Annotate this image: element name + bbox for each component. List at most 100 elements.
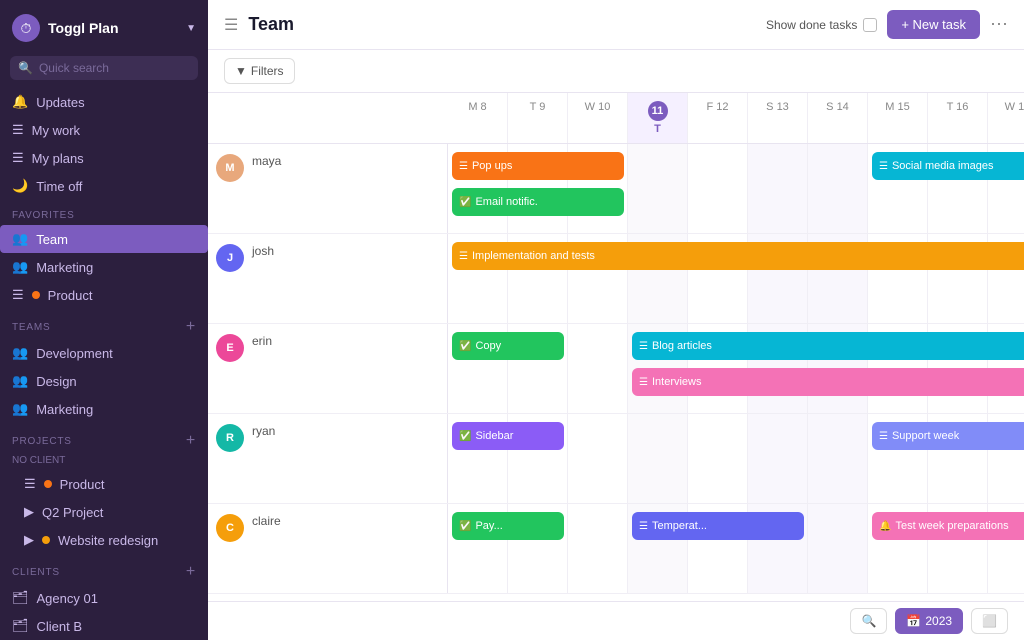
- search-input[interactable]: [39, 61, 190, 75]
- calendar-year-button[interactable]: 📅 2023: [895, 608, 963, 634]
- date-bg-col: [808, 324, 868, 413]
- add-team-button[interactable]: +: [186, 319, 196, 335]
- row-label-josh: Jjosh: [208, 234, 448, 323]
- row-label-ryan: Rryan: [208, 414, 448, 503]
- sidebar-nav: 🔔Updates☰My work☰My plans🌙Time off: [0, 88, 208, 200]
- date-col-T11: 11T: [628, 93, 688, 143]
- row-name-claire: claire: [252, 514, 281, 528]
- timeline-body: Mmaya☰Pop ups✅Email notific.☰Social medi…: [208, 144, 1024, 594]
- date-bg-col: [568, 504, 628, 593]
- sidebar-item-updates[interactable]: 🔔Updates: [0, 88, 208, 116]
- sidebar-item-my-plans[interactable]: ☰My plans: [0, 144, 208, 172]
- date-bg-col: [868, 144, 928, 233]
- date-col-T16: T 16: [928, 93, 988, 143]
- date-bg-col: [808, 504, 868, 593]
- sidebar-item-product-proj[interactable]: ☰Product: [0, 470, 208, 498]
- sidebar-item-client-b[interactable]: 🗂Client B: [0, 612, 208, 640]
- date-bg-col: [448, 144, 508, 233]
- sidebar-item-q2-project[interactable]: ▶Q2 Project: [0, 498, 208, 526]
- avatar-josh: J: [216, 244, 244, 272]
- timeline-row-josh: Jjosh☰Implementation and tests☰Team prof…: [208, 234, 1024, 324]
- timeline-row-claire: Cclaire✅Pay...☰Temperat...🔔Test week pre…: [208, 504, 1024, 594]
- date-bg-col: [808, 144, 868, 233]
- client-icon: 🗂: [12, 618, 29, 634]
- topbar-left: ☰ Team: [224, 14, 294, 35]
- workspace-header[interactable]: ⏱ Toggl Plan ▼: [0, 0, 208, 56]
- sidebar-item-team[interactable]: 👥Team: [0, 225, 208, 253]
- timeline-row-erin: Eerin✅Copy☰Blog articles☰Interviews: [208, 324, 1024, 414]
- add-client-button[interactable]: +: [186, 564, 196, 580]
- nav-icon: 🔔: [12, 94, 28, 110]
- timeline-dates: M 8T 9W 1011TF 12S 13S 14M 15T 16W 17T 1…: [448, 93, 1024, 143]
- date-col-S14: S 14: [808, 93, 868, 143]
- date-col-W17: W 17: [988, 93, 1024, 143]
- nav-icon: 🌙: [12, 178, 28, 194]
- sidebar-item-marketing-team[interactable]: 👥Marketing: [0, 395, 208, 423]
- date-col-M8: M 8: [448, 93, 508, 143]
- team-icon: 👥: [12, 373, 28, 389]
- row-content-josh: ☰Implementation and tests☰Team profiles: [448, 234, 1024, 323]
- sidebar-item-marketing[interactable]: 👥Marketing: [0, 253, 208, 281]
- workspace-dropdown-icon: ▼: [186, 23, 196, 34]
- app-logo: ⏱: [12, 14, 40, 42]
- sidebar-item-development[interactable]: 👥Development: [0, 339, 208, 367]
- team-icon: 👥: [12, 345, 28, 361]
- date-bg-col: [868, 504, 928, 593]
- proj-icon: ☰: [24, 476, 36, 492]
- date-bg-col: [748, 324, 808, 413]
- sidebar-item-product[interactable]: ☰Product: [0, 281, 208, 309]
- show-done-checkbox[interactable]: [863, 18, 877, 32]
- clients-section-label: CLIENTS +: [0, 554, 208, 584]
- sidebar: ⏱ Toggl Plan ▼ 🔍 🔔Updates☰My work☰My pla…: [0, 0, 208, 640]
- date-bg-col: [448, 414, 508, 503]
- search-bar[interactable]: 🔍: [10, 56, 198, 80]
- date-bg-col: [868, 234, 928, 323]
- date-bg-col: [448, 324, 508, 413]
- date-bg-col: [748, 144, 808, 233]
- sidebar-item-time-off[interactable]: 🌙Time off: [0, 172, 208, 200]
- favorites-section-label: FAVORITES: [0, 200, 208, 225]
- sidebar-item-website-redesign[interactable]: ▶Website redesign: [0, 526, 208, 554]
- zoom-button[interactable]: 🔍: [850, 608, 887, 634]
- expand-button[interactable]: ⬜: [971, 608, 1008, 634]
- avatar-erin: E: [216, 334, 244, 362]
- team-icon: 👥: [12, 401, 28, 417]
- nav-icon: ☰: [12, 150, 24, 166]
- calendar-icon: 📅: [906, 614, 921, 628]
- add-project-button[interactable]: +: [186, 433, 196, 449]
- date-bg-col: [688, 504, 748, 593]
- date-bg-col: [628, 504, 688, 593]
- date-bg-col: [568, 234, 628, 323]
- date-bg-col: [508, 504, 568, 593]
- hamburger-icon: ☰: [224, 15, 238, 35]
- bottom-bar: 🔍 📅 2023 ⬜: [208, 601, 1024, 640]
- date-bg-col: [868, 324, 928, 413]
- date-col-F12: F 12: [688, 93, 748, 143]
- sidebar-item-my-work[interactable]: ☰My work: [0, 116, 208, 144]
- sidebar-projects: ☰Product▶Q2 Project▶Website redesign: [0, 470, 208, 554]
- row-label-claire: Cclaire: [208, 504, 448, 593]
- row-name-ryan: ryan: [252, 424, 275, 438]
- nav-icon: ☰: [12, 122, 24, 138]
- main-content: ☰ Team Show done tasks + New task ⋯ ▼ Fi…: [208, 0, 1024, 640]
- date-col-S13: S 13: [748, 93, 808, 143]
- show-done-label: Show done tasks: [766, 18, 857, 32]
- workspace-name: Toggl Plan: [48, 20, 119, 36]
- fav-icon: 👥: [12, 259, 28, 275]
- more-options-icon[interactable]: ⋯: [990, 14, 1008, 35]
- fav-icon: ☰: [12, 287, 24, 303]
- timeline-container[interactable]: M 8T 9W 1011TF 12S 13S 14M 15T 16W 17T 1…: [208, 93, 1024, 601]
- sidebar-item-design[interactable]: 👥Design: [0, 367, 208, 395]
- page-title: Team: [248, 14, 294, 35]
- new-task-button[interactable]: + New task: [887, 10, 980, 39]
- topbar-right: Show done tasks + New task ⋯: [766, 10, 1008, 39]
- date-bg-col: [748, 414, 808, 503]
- date-col-T9: T 9: [508, 93, 568, 143]
- date-bg-col: [748, 504, 808, 593]
- date-bg-col: [808, 414, 868, 503]
- date-bg-col: [988, 504, 1024, 593]
- filters-button[interactable]: ▼ Filters: [224, 58, 295, 84]
- sidebar-item-agency01[interactable]: 🗂Agency 01: [0, 584, 208, 612]
- row-name-erin: erin: [252, 334, 272, 348]
- date-bg-col: [508, 144, 568, 233]
